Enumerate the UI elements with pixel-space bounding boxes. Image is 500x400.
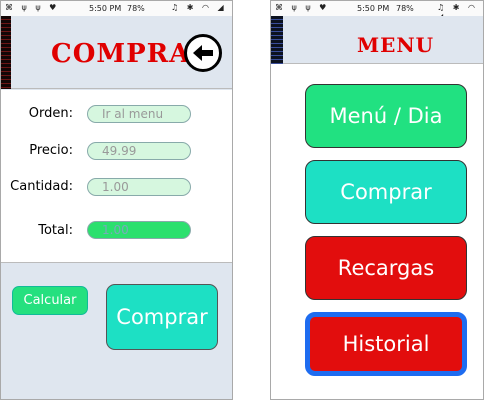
side-strip: [1, 16, 11, 89]
app-header: MENU: [271, 16, 483, 64]
menu-recargas-button[interactable]: Recargas: [305, 236, 467, 300]
cantidad-label: Cantidad:: [10, 179, 73, 194]
notification-icons: ⌘ ψ ψ ♥: [5, 3, 60, 12]
orden-label: Orden:: [28, 106, 73, 121]
app-header: COMPRAR: [1, 16, 232, 89]
menu-historial-button[interactable]: Historial: [305, 312, 467, 376]
status-battery: 78%: [127, 4, 145, 13]
status-bar: ⌘ ψ ψ ♥ 5:50 PM 78% ♫ ✱ ◠ ◢: [271, 1, 483, 21]
arrow-left-icon: [193, 45, 213, 61]
compra-screen: ⌘ ψ ψ ♥ 5:50 PM 78% ♫ ✱ ◠ ◢ COMPRAR Orde…: [0, 0, 233, 400]
total-input[interactable]: 1.00: [87, 221, 191, 239]
notification-icons: ⌘ ψ ψ ♥: [275, 3, 330, 12]
side-strip: [271, 16, 283, 64]
status-time: 5:50 PM: [357, 4, 390, 13]
system-icons: ♫ ✱ ◠ ◢: [171, 3, 227, 12]
precio-label: Precio:: [29, 143, 73, 158]
status-bar: ⌘ ψ ψ ♥ 5:50 PM 78% ♫ ✱ ◠ ◢: [1, 1, 232, 16]
action-area: Calcular Comprar: [1, 262, 232, 399]
comprar-button[interactable]: Comprar: [106, 284, 218, 350]
precio-input[interactable]: 49.99: [87, 142, 191, 160]
menu-comprar-button[interactable]: Comprar: [305, 160, 467, 224]
calcular-button[interactable]: Calcular: [12, 286, 88, 315]
status-battery: 78%: [396, 4, 414, 13]
status-time: 5:50 PM: [89, 4, 122, 13]
cantidad-input[interactable]: 1.00: [87, 178, 191, 196]
back-button[interactable]: [184, 34, 222, 72]
page-title: MENU: [357, 33, 435, 57]
orden-input[interactable]: Ir al menu: [87, 105, 191, 123]
total-label: Total:: [38, 223, 73, 238]
menu-screen: ⌘ ψ ψ ♥ 5:50 PM 78% ♫ ✱ ◠ ◢ MENU Menú / …: [270, 0, 484, 400]
order-form: Orden: Ir al menu Precio: 49.99 Cantidad…: [1, 90, 232, 262]
menu-dia-button[interactable]: Menú / Dia: [305, 84, 467, 148]
